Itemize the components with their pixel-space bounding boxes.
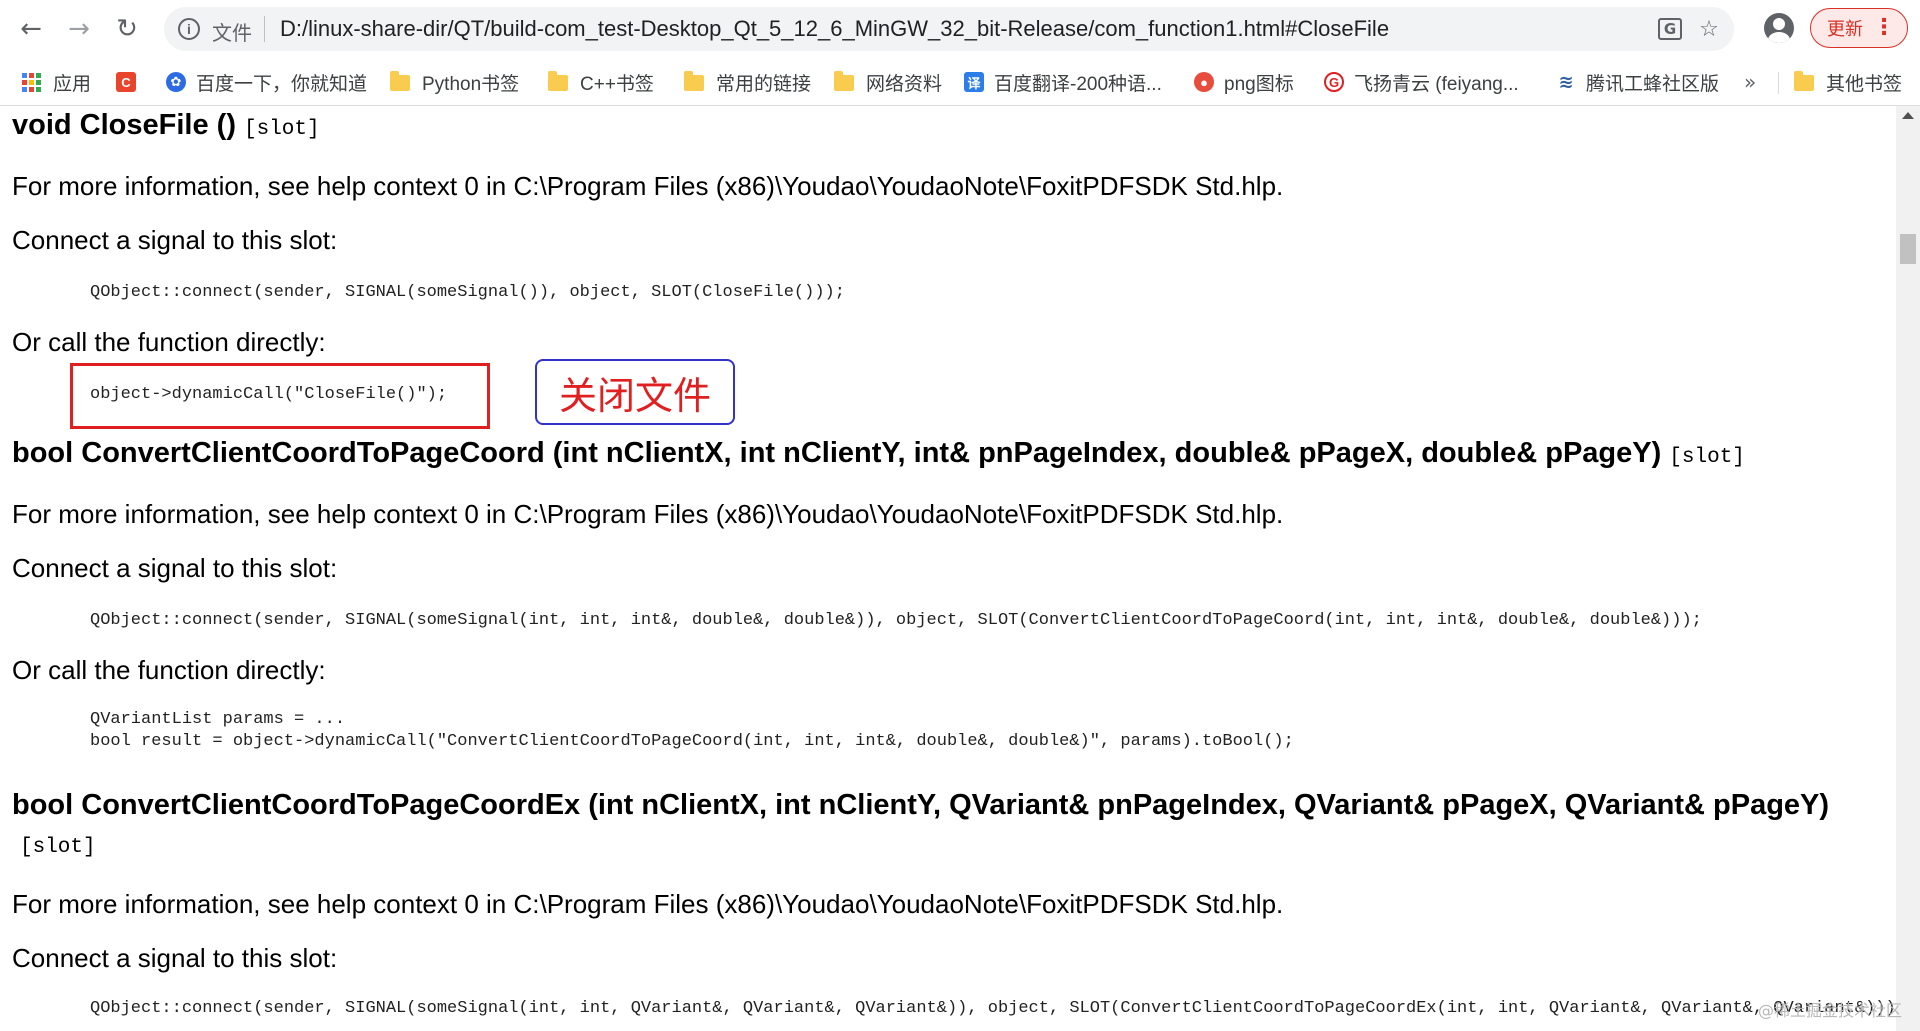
bookmark-label: 百度翻译-200种语... [994,73,1162,95]
bookmark-label: png图标 [1224,73,1294,95]
folder-icon [548,71,568,91]
bookmark-label: 腾讯工蜂社区版 [1586,73,1720,95]
call-code: QVariantList params = ... bool result = … [90,710,1294,751]
watermark: @稀土掘金技术社区 [1757,1001,1902,1020]
baidu-paw-icon: ✿ [166,72,186,92]
bookmark-baidu-translate[interactable]: 译 百度翻译-200种语... [964,67,1162,97]
folder-icon [1794,71,1814,91]
scrollbar-thumb[interactable] [1900,234,1916,264]
menu-dots-icon[interactable]: ⋮ [1873,15,1895,40]
translate-logo-icon: 译 [964,72,984,92]
more-bookmarks-chevron-icon[interactable]: » [1744,70,1756,94]
address-bar[interactable]: i 文件 D:/linux-share-dir/QT/build-com_tes… [164,7,1734,51]
help-info: For more information, see help context 0… [12,171,1284,201]
divider [1778,72,1779,94]
feiyang-logo-icon: G [1324,72,1344,92]
bookmark-baidu[interactable]: ✿ 百度一下，你就知道 [166,67,367,97]
profile-avatar-icon[interactable] [1764,13,1794,43]
function-heading: void CloseFile () [slot] [12,106,1872,149]
bookmark-label: 百度一下，你就知道 [196,73,368,95]
connect-label: Connect a signal to this slot: [12,553,338,583]
call-label: Or call the function directly: [12,655,326,685]
help-info: For more information, see help context 0… [12,889,1284,919]
bookmark-label: 飞扬青云 (feiyang... [1354,73,1519,95]
bookmark-other[interactable]: 其他书签 [1794,67,1902,97]
connect-label: Connect a signal to this slot: [12,225,338,255]
forward-arrow-icon[interactable]: → [60,10,98,48]
update-label: 更新 [1827,19,1863,39]
bookmark-label: 网络资料 [866,73,943,95]
back-arrow-icon[interactable]: ← [12,10,50,48]
page-content: void CloseFile () [slot] For more informa… [0,106,1896,1031]
vertical-scrollbar[interactable] [1896,106,1920,1031]
folder-icon [390,71,410,91]
divider [264,16,265,42]
slot-tag: [slot] [1669,446,1745,469]
bookmark-links[interactable]: 常用的链接 [684,67,811,97]
connect-code: QObject::connect(sender, SIGNAL(someSign… [90,611,1702,630]
annotation-highlight-box [70,363,490,429]
bookmark-label: Python书签 [422,73,520,95]
annotation-label: 关闭文件 [535,359,735,425]
bookmark-label: C++书签 [580,73,654,95]
bookmark-png-icons[interactable]: ● png图标 [1194,67,1294,97]
skull-logo-icon: ● [1194,72,1214,92]
url-text[interactable]: D:/linux-share-dir/QT/build-com_test-Des… [280,16,1389,42]
function-heading: bool ConvertClientCoordToPageCoord (int … [12,434,1872,477]
bookmark-star-icon[interactable]: ☆ [1696,16,1722,42]
help-info: For more information, see help context 0… [12,499,1284,529]
slot-tag: [slot] [243,118,320,141]
folder-icon [684,71,704,91]
scroll-up-arrow-icon[interactable] [1902,112,1914,119]
update-button[interactable]: 更新 ⋮ [1810,8,1908,48]
function-signature: bool ConvertClientCoordToPageCoordEx (in… [12,789,1830,821]
connect-code: QObject::connect(sender, SIGNAL(someSign… [90,999,1896,1018]
info-icon[interactable]: i [178,18,200,40]
bookmarks-bar: 应用 C ✿ 百度一下，你就知道 Python书签 C++书签 常用的链接 网络… [0,58,1920,106]
bookmark-network[interactable]: 网络资料 [834,67,942,97]
bookmark-label: 常用的链接 [716,73,812,95]
function-signature: void CloseFile () [12,109,236,141]
folder-icon [834,71,854,91]
call-label: Or call the function directly: [12,327,326,357]
bookmark-label: 其他书签 [1826,73,1903,95]
bookmark-cpp[interactable]: C++书签 [548,67,654,97]
bookmark-tencent[interactable]: ≋ 腾讯工蜂社区版 [1556,67,1719,97]
function-signature: bool ConvertClientCoordToPageCoord (int … [12,437,1662,469]
connect-label: Connect a signal to this slot: [12,943,338,973]
csdn-logo-icon: C [116,72,136,92]
bookmark-apps[interactable]: 应用 [22,67,91,97]
tencent-logo-icon: ≋ [1556,72,1576,92]
url-scheme-label: 文件 [212,23,252,45]
bookmark-python[interactable]: Python书签 [390,67,519,97]
function-heading: bool ConvertClientCoordToPageCoordEx (in… [12,786,1872,867]
apps-grid-icon [22,72,41,92]
bookmark-feiyang[interactable]: G 飞扬青云 (feiyang... [1324,67,1519,97]
bookmark-label: 应用 [53,73,92,95]
translate-icon[interactable]: G [1658,18,1682,40]
bookmark-csdn[interactable]: C [116,67,146,97]
connect-code: QObject::connect(sender, SIGNAL(someSign… [90,283,845,302]
slot-tag: [slot] [20,836,96,859]
browser-toolbar: ← → ↻ i 文件 D:/linux-share-dir/QT/build-c… [0,0,1920,58]
reload-icon[interactable]: ↻ [108,10,146,48]
